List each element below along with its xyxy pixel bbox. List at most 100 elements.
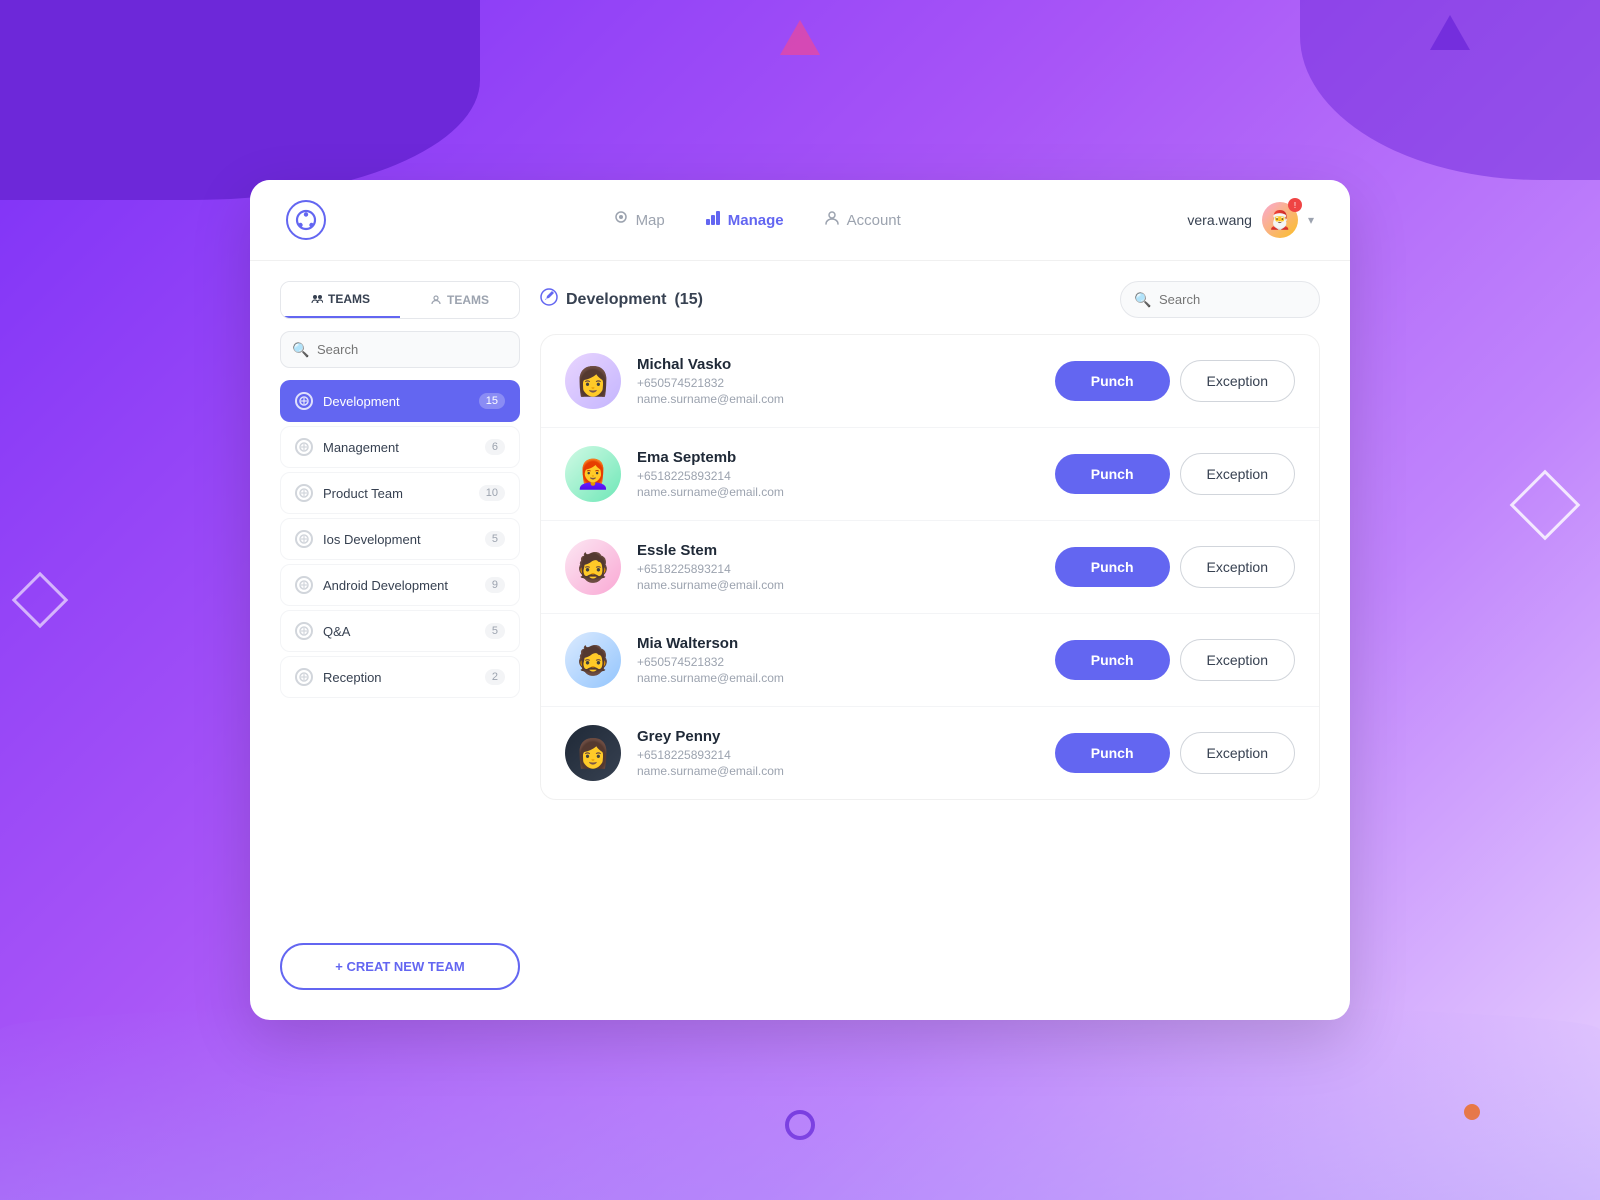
member-row-grey: 👩 Grey Penny +6518225893214 name.surname…: [541, 707, 1319, 799]
team-icon-development: [295, 392, 313, 410]
main-content: Development (15) 🔍 👩 Michal Vasko +65057…: [540, 281, 1320, 990]
member-email-grey: name.surname@email.com: [637, 764, 1039, 778]
member-phone-grey: +6518225893214: [637, 748, 1039, 762]
team-title: Development: [566, 291, 666, 309]
member-email-ema: name.surname@email.com: [637, 485, 1039, 499]
nav-map[interactable]: Map: [613, 210, 665, 231]
team-item-management[interactable]: Management 6: [280, 426, 520, 468]
punch-button-mia[interactable]: Punch: [1055, 640, 1170, 680]
member-avatar-grey: 👩: [565, 725, 621, 781]
sidebar-search-icon: 🔍: [292, 341, 309, 358]
sidebar-search: 🔍: [280, 331, 520, 368]
member-name-mia: Mia Walterson: [637, 635, 1039, 652]
exception-button-mia[interactable]: Exception: [1180, 639, 1295, 681]
exception-button-grey[interactable]: Exception: [1180, 732, 1295, 774]
bg-shape-top-left: [0, 0, 480, 200]
punch-button-essle[interactable]: Punch: [1055, 547, 1170, 587]
sidebar-search-input[interactable]: [280, 331, 520, 368]
member-actions-ema: Punch Exception: [1055, 453, 1295, 495]
member-phone-mia: +650574521832: [637, 655, 1039, 669]
team-count-reception: 2: [485, 669, 505, 685]
nav-account[interactable]: Account: [824, 210, 901, 231]
bg-diamond-left: [12, 572, 69, 629]
team-name-management: Management: [323, 440, 485, 455]
username: vera.wang: [1187, 212, 1252, 228]
punch-button-grey[interactable]: Punch: [1055, 733, 1170, 773]
nav-manage[interactable]: Manage: [705, 210, 784, 231]
team-item-reception[interactable]: Reception 2: [280, 656, 520, 698]
team-count-qa: 5: [485, 623, 505, 639]
body: TEAMS TEAMS 🔍: [250, 261, 1350, 1020]
header: Map Manage: [250, 180, 1350, 261]
content-search-icon: 🔍: [1134, 291, 1151, 308]
team-count-development: 15: [479, 393, 505, 409]
create-team-button[interactable]: + CREAT NEW TEAM: [280, 943, 520, 990]
team-icon-qa: [295, 622, 313, 640]
member-name-grey: Grey Penny: [637, 728, 1039, 745]
team-name-reception: Reception: [323, 670, 485, 685]
team-count-management: 6: [485, 439, 505, 455]
bg-arrow-top-right: [1430, 15, 1470, 50]
team-icon-android-development: [295, 576, 313, 594]
member-row-essle: 🧔 Essle Stem +6518225893214 name.surname…: [541, 521, 1319, 614]
member-phone-michal: +650574521832: [637, 376, 1039, 390]
member-name-michal: Michal Vasko: [637, 356, 1039, 373]
member-phone-ema: +6518225893214: [637, 469, 1039, 483]
tab-teams-2[interactable]: TEAMS: [400, 282, 519, 318]
team-item-android-development[interactable]: Android Development 9: [280, 564, 520, 606]
member-info-michal: Michal Vasko +650574521832 name.surname@…: [637, 356, 1039, 406]
exception-button-michal[interactable]: Exception: [1180, 360, 1295, 402]
account-icon: [824, 210, 840, 231]
bg-diamond-right: [1510, 470, 1581, 541]
logo[interactable]: [286, 200, 326, 240]
team-count-product-team: 10: [479, 485, 505, 501]
exception-button-ema[interactable]: Exception: [1180, 453, 1295, 495]
team-icon-product-team: [295, 484, 313, 502]
member-row-mia: 🧔 Mia Walterson +650574521832 name.surna…: [541, 614, 1319, 707]
team-item-ios-development[interactable]: Ios Development 5: [280, 518, 520, 560]
bg-arrow-top-center: [780, 20, 820, 55]
team-list: Development 15 Management 6 Product Team…: [280, 380, 520, 923]
team-item-qa[interactable]: Q&A 5: [280, 610, 520, 652]
team-name-qa: Q&A: [323, 624, 485, 639]
member-avatar-michal: 👩: [565, 353, 621, 409]
team-name-ios-development: Ios Development: [323, 532, 485, 547]
member-name-ema: Ema Septemb: [637, 449, 1039, 466]
user-notification-badge: !: [1288, 198, 1302, 212]
member-email-michal: name.surname@email.com: [637, 392, 1039, 406]
team-count-ios-development: 5: [485, 531, 505, 547]
member-info-ema: Ema Septemb +6518225893214 name.surname@…: [637, 449, 1039, 499]
member-avatar-ema: 👩‍🦰: [565, 446, 621, 502]
member-actions-grey: Punch Exception: [1055, 732, 1295, 774]
team-count-android-development: 9: [485, 577, 505, 593]
member-email-mia: name.surname@email.com: [637, 671, 1039, 685]
nav: Map Manage: [613, 210, 901, 231]
sidebar: TEAMS TEAMS 🔍: [280, 281, 520, 990]
member-info-mia: Mia Walterson +650574521832 name.surname…: [637, 635, 1039, 685]
member-avatar-mia: 🧔: [565, 632, 621, 688]
user-chevron-icon[interactable]: ▾: [1308, 213, 1314, 227]
user-avatar[interactable]: 🎅 !: [1262, 202, 1298, 238]
team-name-product-team: Product Team: [323, 486, 479, 501]
member-email-essle: name.surname@email.com: [637, 578, 1039, 592]
team-icon-management: [295, 438, 313, 456]
member-info-grey: Grey Penny +6518225893214 name.surname@e…: [637, 728, 1039, 778]
member-row-michal: 👩 Michal Vasko +650574521832 name.surnam…: [541, 335, 1319, 428]
member-info-essle: Essle Stem +6518225893214 name.surname@e…: [637, 542, 1039, 592]
user-area: vera.wang 🎅 ! ▾: [1187, 202, 1314, 238]
member-row-ema: 👩‍🦰 Ema Septemb +6518225893214 name.surn…: [541, 428, 1319, 521]
member-name-essle: Essle Stem: [637, 542, 1039, 559]
team-icon-reception: [295, 668, 313, 686]
exception-button-essle[interactable]: Exception: [1180, 546, 1295, 588]
team-item-product-team[interactable]: Product Team 10: [280, 472, 520, 514]
main-card: Map Manage: [250, 180, 1350, 1020]
member-actions-essle: Punch Exception: [1055, 546, 1295, 588]
team-name-development: Development: [323, 394, 479, 409]
tab-teams-1[interactable]: TEAMS: [281, 282, 400, 318]
edit-icon: [540, 288, 558, 311]
team-item-development[interactable]: Development 15: [280, 380, 520, 422]
punch-button-ema[interactable]: Punch: [1055, 454, 1170, 494]
team-count: (15): [674, 291, 702, 309]
punch-button-michal[interactable]: Punch: [1055, 361, 1170, 401]
bg-wave-bottom: [0, 1000, 1600, 1200]
